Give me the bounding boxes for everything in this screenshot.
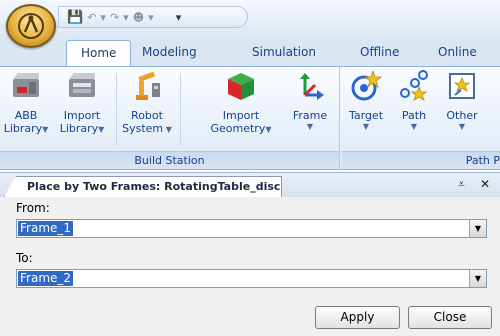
- other-button[interactable]: Other ▼: [438, 69, 486, 131]
- chevron-down-icon: ▼: [42, 125, 49, 134]
- close-button[interactable]: Close: [408, 306, 492, 329]
- tab-simulation[interactable]: Simulation: [238, 40, 330, 66]
- close-icon[interactable]: ✕: [480, 177, 490, 191]
- robot-icon: [136, 71, 160, 100]
- tab-home[interactable]: Home: [66, 40, 132, 67]
- target-label: Target: [348, 109, 384, 122]
- user-dropdown-icon[interactable]: ▾: [148, 11, 154, 24]
- redo-icon[interactable]: ↷: [110, 11, 119, 24]
- chevron-down-icon: ▼: [163, 125, 172, 134]
- frame-axes-icon: [300, 73, 324, 100]
- panel-header: Place by Two Frames: RotatingTable_disc …: [0, 173, 500, 197]
- tab-modeling[interactable]: Modeling: [128, 40, 211, 66]
- chevron-down-icon[interactable]: ▼: [469, 220, 486, 237]
- pin-icon[interactable]: ⩡: [458, 177, 465, 192]
- import-geometry-label-1: Import: [222, 109, 260, 122]
- save-icon[interactable]: 💾: [67, 10, 83, 25]
- to-value: Frame_2: [18, 271, 74, 286]
- chevron-down-icon: ▼: [362, 122, 370, 131]
- robot-system-label-2: System: [122, 122, 164, 135]
- ribbon-tab-bar: Home Modeling Simulation Offline Online: [0, 40, 500, 67]
- import-geometry-label-2: Geometry: [210, 122, 266, 135]
- chevron-down-icon: ▼: [306, 122, 314, 131]
- path-icon: [400, 70, 428, 101]
- chevron-down-icon: ▼: [410, 122, 418, 131]
- to-combobox[interactable]: Frame_2 ▼: [16, 269, 487, 288]
- application-menu-button[interactable]: [6, 4, 56, 48]
- abb-library-icon: [13, 73, 39, 97]
- chevron-down-icon: ▼: [265, 125, 272, 134]
- other-label: Other: [446, 109, 478, 122]
- import-library-label-1: Import: [63, 109, 101, 122]
- robot-system-button[interactable]: Robot System ▼: [118, 69, 176, 136]
- path-button[interactable]: Path ▼: [394, 69, 434, 131]
- import-library-button[interactable]: Import Library▼: [52, 69, 112, 136]
- quick-access-toolbar: 💾 ↶ ▾ ↷ ▾ ☻ ▾ ▾: [58, 6, 248, 28]
- path-label: Path: [401, 109, 427, 122]
- redo-dropdown-icon[interactable]: ▾: [123, 11, 129, 24]
- geometry-cube-icon: [228, 73, 254, 100]
- tab-offline[interactable]: Offline: [346, 40, 413, 66]
- abb-library-label-1: ABB: [14, 109, 38, 122]
- apply-button[interactable]: Apply: [315, 306, 400, 329]
- chevron-down-icon: ▼: [98, 125, 105, 134]
- place-by-two-frames-panel: Place by Two Frames: RotatingTable_disc …: [0, 172, 500, 336]
- from-label: From:: [16, 201, 50, 215]
- chevron-down-icon[interactable]: ▼: [469, 270, 486, 287]
- from-combobox[interactable]: Frame_1 ▼: [16, 219, 487, 238]
- path-programming-group-label: Path P: [342, 151, 500, 169]
- import-geometry-button[interactable]: Import Geometry▼: [206, 69, 276, 136]
- undo-dropdown-icon[interactable]: ▾: [100, 11, 106, 24]
- path-programming-group: Target ▼ Path ▼ Other ▼ Path P: [342, 67, 500, 169]
- abb-library-label-2: Library: [3, 122, 43, 135]
- from-value: Frame_1: [18, 221, 74, 236]
- build-station-group-label: Build Station: [0, 151, 339, 169]
- robotstudio-logo-icon: [18, 13, 44, 39]
- user-icon[interactable]: ☻: [133, 11, 144, 24]
- frame-label: Frame: [292, 109, 328, 122]
- customize-icon[interactable]: ▾: [176, 11, 182, 24]
- robot-system-label-1: Robot: [131, 109, 163, 122]
- undo-icon[interactable]: ↶: [87, 11, 96, 24]
- ribbon: ABB Library▼ Import Library▼ Robot Syste…: [0, 66, 500, 170]
- build-station-group: ABB Library▼ Import Library▼ Robot Syste…: [0, 67, 340, 169]
- ribbon-divider: [116, 73, 117, 145]
- title-bar: 💾 ↶ ▾ ↷ ▾ ☻ ▾ ▾: [0, 0, 500, 40]
- ribbon-divider: [180, 73, 181, 145]
- chevron-down-icon: ▼: [458, 122, 466, 131]
- other-icon: [449, 73, 475, 99]
- to-label: To:: [16, 251, 33, 265]
- import-library-label-2: Library: [59, 122, 99, 135]
- tab-online[interactable]: Online: [424, 40, 491, 66]
- panel-title-tab[interactable]: Place by Two Frames: RotatingTable_disc: [4, 176, 282, 197]
- target-icon: [351, 69, 383, 101]
- frame-button[interactable]: Frame ▼: [284, 69, 336, 131]
- import-library-icon: [69, 73, 95, 97]
- abb-library-button[interactable]: ABB Library▼: [2, 69, 50, 136]
- target-button[interactable]: Target ▼: [344, 69, 388, 131]
